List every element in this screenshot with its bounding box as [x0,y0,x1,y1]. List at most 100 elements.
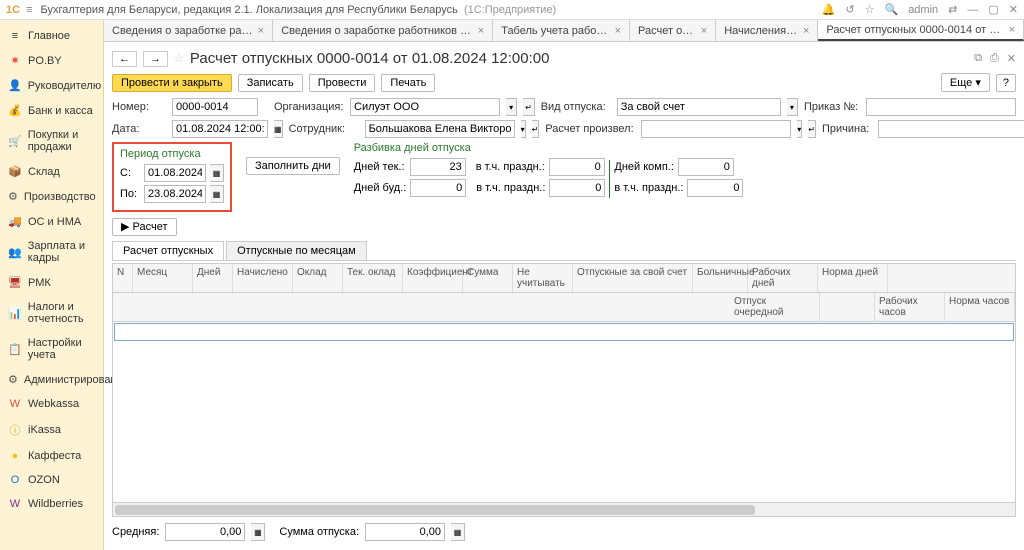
maximize-icon[interactable]: ▢ [988,3,998,16]
subtab-months[interactable]: Отпускные по месяцам [226,241,367,260]
post-close-button[interactable]: Провести и закрыть [112,74,232,92]
sidebar-item[interactable]: ≡Главное [0,24,103,48]
emp-open[interactable]: ↵ [532,120,540,138]
col-header[interactable]: Начислено [233,264,293,292]
col-header[interactable]: Больничные [693,264,748,292]
nav-fwd[interactable]: → [143,51,168,67]
grid-row[interactable] [114,323,1014,341]
from-cal[interactable]: ▦ [210,164,224,182]
print-button[interactable]: Печать [381,74,435,92]
post-button[interactable]: Провести [309,74,376,92]
tab-close-icon[interactable]: × [478,25,484,37]
tab[interactable]: Сведения о заработке работников (ПУ-3) 0… [273,20,493,41]
col-header[interactable]: Тек. оклад [343,264,403,292]
reason-field[interactable] [878,120,1024,138]
sum-calc[interactable]: ▦ [451,523,465,541]
tab[interactable]: Расчет отпускных 0000-0014 от 01.08.2024… [818,20,1024,41]
star-icon[interactable]: ☆ [865,3,875,16]
sidebar-item[interactable]: WWildberries [0,492,103,516]
sidebar-item[interactable]: 📊Налоги и отчетность [0,295,103,331]
calc-dd[interactable]: ▾ [797,120,802,138]
sidebar-item[interactable]: 📋Настройки учета [0,331,103,367]
avg-field[interactable] [165,523,245,541]
sidebar-item[interactable]: 🛒Покупки и продажи [0,123,103,159]
bell-icon[interactable]: 🔔 [822,3,836,16]
fill-days-button[interactable]: Заполнить дни [246,157,340,175]
emp-dd[interactable]: ▾ [521,120,526,138]
sidebar-item[interactable]: ⚙Администрирование [0,367,103,392]
col-header[interactable]: Норма дней [818,264,888,292]
calc-button[interactable]: ▶ Расчет [112,218,177,236]
kind-dd[interactable]: ▾ [787,98,798,116]
detach-icon[interactable]: ⧉ [974,52,982,65]
tab-close-icon[interactable]: × [803,25,809,37]
tab-close-icon[interactable]: × [615,25,621,37]
col-header[interactable]: Дней [193,264,233,292]
tab[interactable]: Расчет отпускных× [630,20,716,41]
sidebar-item[interactable]: 📦Склад [0,159,103,184]
write-button[interactable]: Записать [238,74,303,92]
sidebar-item[interactable]: 👥Зарплата и кадры [0,234,103,270]
to-field[interactable] [144,185,206,203]
close-icon[interactable]: ✕ [1009,3,1018,16]
h-scrollbar[interactable] [113,502,1015,516]
col-header[interactable]: N [113,264,133,292]
org-field[interactable] [350,98,500,116]
user-label[interactable]: admin [908,4,938,16]
sidebar-item[interactable]: ⓘiKassa [0,416,103,444]
tab-close-icon[interactable]: × [701,25,707,37]
hol1-field[interactable] [549,158,605,176]
sidebar-item[interactable]: 👤Руководителю [0,73,103,98]
org-dd[interactable]: ▾ [506,98,517,116]
calc-open[interactable]: ↵ [808,120,816,138]
order-field[interactable] [866,98,1016,116]
sidebar-item[interactable]: ✷PO.BY [0,48,103,73]
menu-icon[interactable]: ≡ [26,4,32,16]
avg-calc[interactable]: ▦ [251,523,265,541]
history-icon[interactable]: ↺ [845,3,854,16]
sidebar-item[interactable]: 🖥РМК [0,270,103,295]
col-header[interactable]: Месяц [133,264,193,292]
col-header[interactable]: Рабочих дней [748,264,818,292]
pin-icon[interactable]: ⎙ [990,52,999,65]
col-header[interactable]: Коэффициент [403,264,463,292]
options-icon[interactable]: ⇄ [948,3,957,16]
sidebar-item[interactable]: 💰Банк и касса [0,98,103,123]
more-button[interactable]: Еще ▾ [941,73,990,92]
col-header[interactable]: Отпускные за свой счет [573,264,693,292]
sidebar-item[interactable]: ●Каффеста [0,444,103,468]
tab[interactable]: Сведения о заработке работников (ПУ-3)× [104,20,273,41]
fav-icon[interactable]: ☆ [174,52,184,65]
nav-back[interactable]: ← [112,51,137,67]
fut-field[interactable] [410,179,466,197]
sidebar-item[interactable]: ⚙Производство [0,184,103,209]
from-field[interactable] [144,164,206,182]
search-icon[interactable]: 🔍 [884,3,898,16]
cur-field[interactable] [410,158,466,176]
kind-field[interactable] [617,98,781,116]
grid-body[interactable] [113,323,1015,517]
close-doc-icon[interactable]: ✕ [1007,52,1016,65]
to-cal[interactable]: ▦ [210,185,224,203]
hol3-field[interactable] [687,179,743,197]
emp-field[interactable] [365,120,515,138]
sidebar-item[interactable]: OOZON [0,468,103,492]
sum-field[interactable] [365,523,445,541]
tab-close-icon[interactable]: × [258,25,264,37]
help-button[interactable]: ? [996,74,1016,92]
tab-close-icon[interactable]: × [1009,24,1015,36]
col-header[interactable]: Сумма [463,264,513,292]
calc-field[interactable] [641,120,791,138]
hol2-field[interactable] [549,179,605,197]
col-header[interactable]: Не учитывать [513,264,573,292]
comp-field[interactable] [678,158,734,176]
date-field[interactable] [172,120,268,138]
subtab-calc[interactable]: Расчет отпускных [112,241,224,260]
col-header[interactable]: Оклад [293,264,343,292]
sidebar-item[interactable]: 🚚ОС и НМА [0,209,103,234]
tab[interactable]: Начисления зарплаты× [716,20,818,41]
minimize-icon[interactable]: — [967,4,978,16]
number-field[interactable] [172,98,258,116]
org-open[interactable]: ↵ [523,98,534,116]
tab[interactable]: Табель учета рабочего времени× [493,20,630,41]
